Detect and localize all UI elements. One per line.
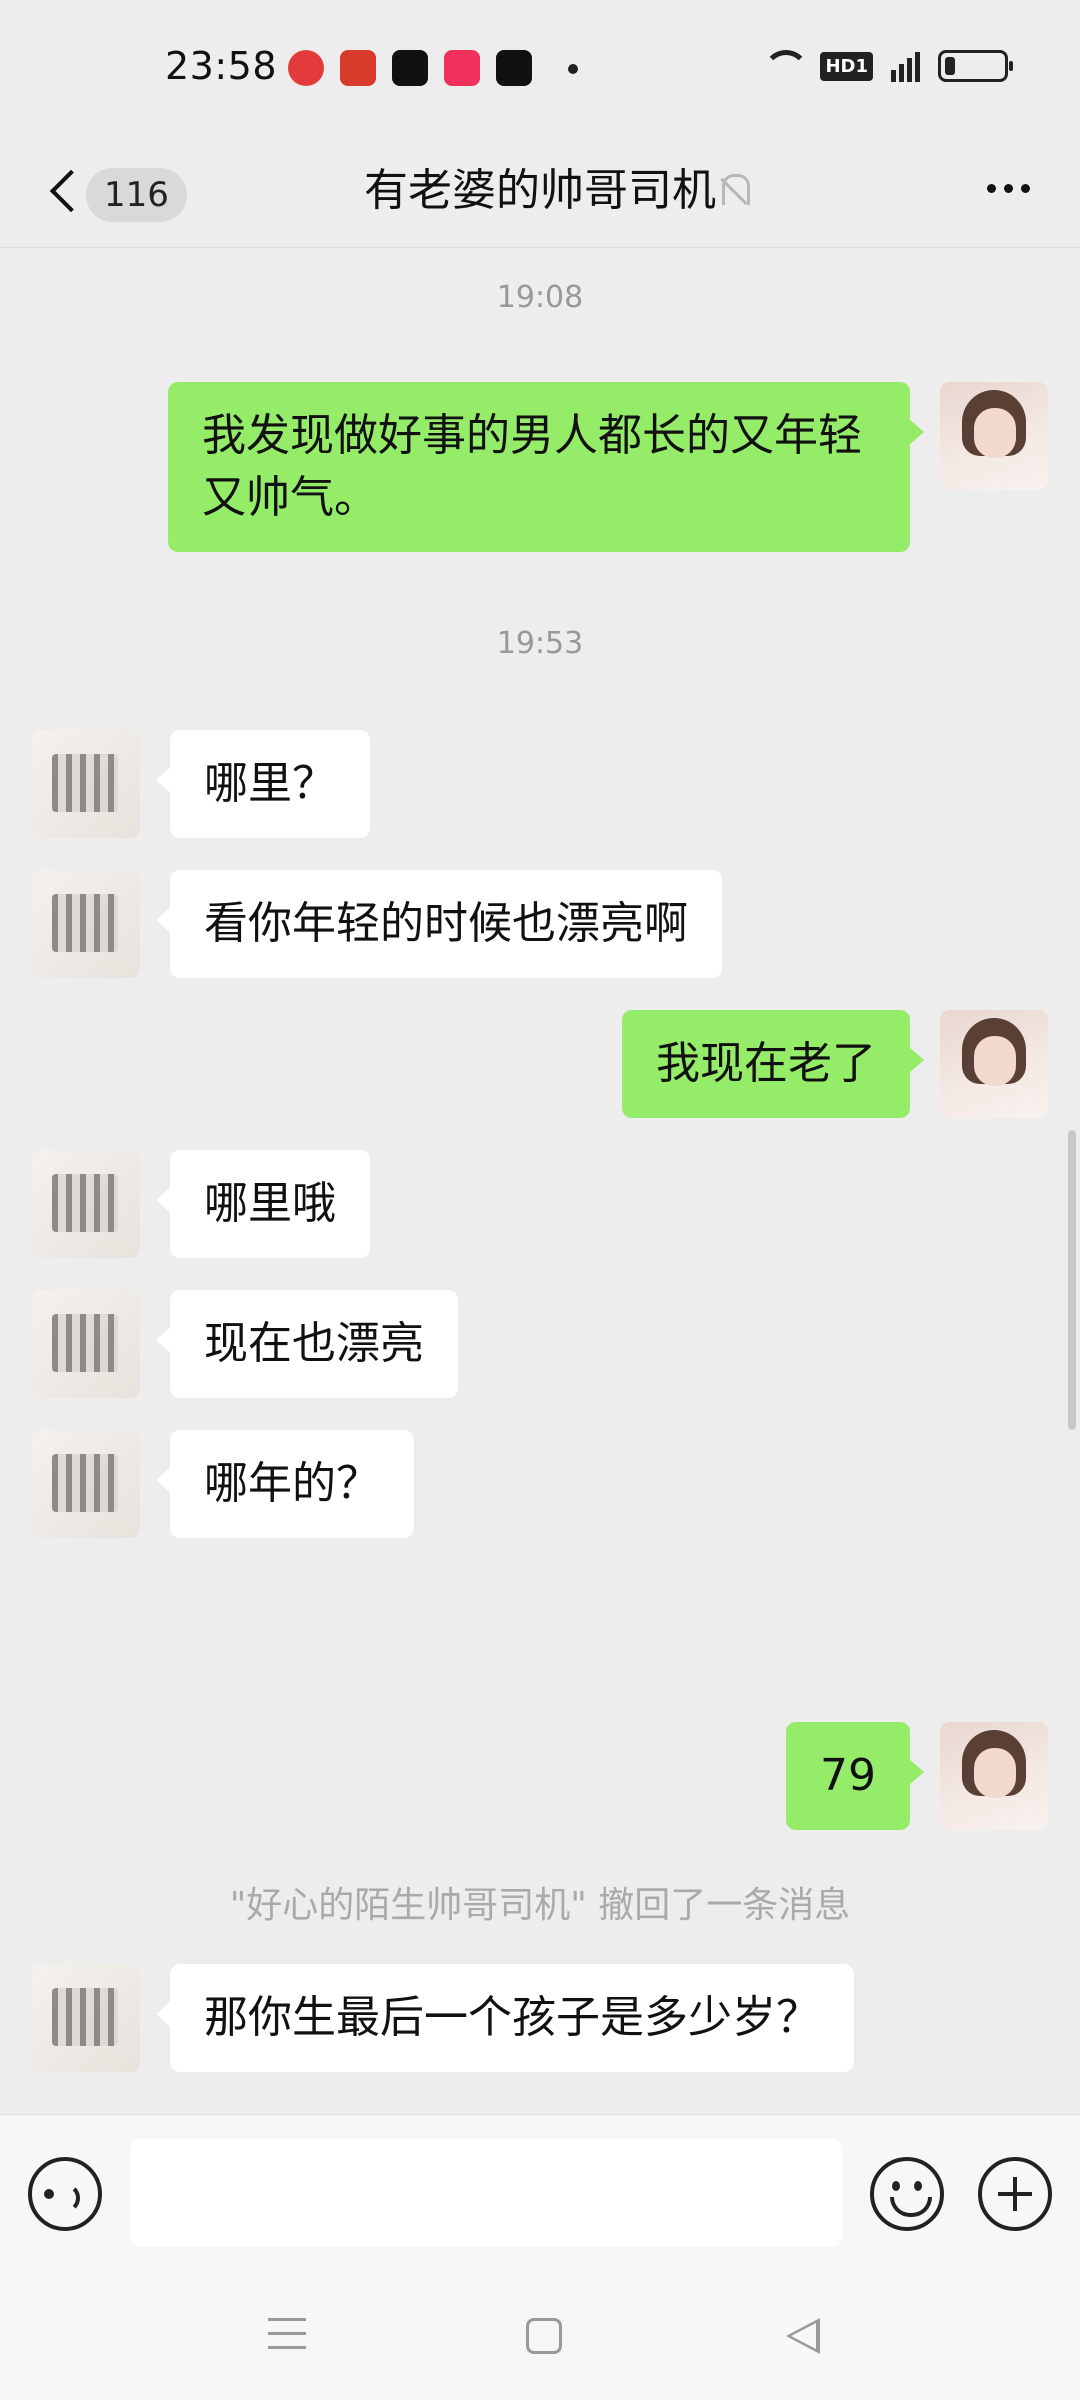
contact-avatar[interactable] bbox=[32, 1964, 140, 2072]
recall-notice: "好心的陌生帅哥司机" 撤回了一条消息 bbox=[229, 1885, 851, 1926]
hd-icon: HD1 bbox=[820, 51, 873, 81]
timestamp: 19:08 bbox=[496, 280, 584, 315]
my-avatar[interactable] bbox=[940, 382, 1048, 490]
mute-bell-icon bbox=[714, 170, 754, 216]
sent-message-bubble[interactable]: 79 bbox=[786, 1722, 924, 1830]
message-input[interactable] bbox=[130, 2139, 842, 2247]
chat-header: 116 有老婆的帅哥司机 bbox=[0, 140, 1080, 248]
wifi-icon bbox=[760, 50, 810, 82]
status-bar: 23:58 HD1 bbox=[0, 0, 1080, 140]
more-options-icon[interactable] bbox=[987, 184, 1030, 193]
sent-message-bubble[interactable]: 我现在老了 bbox=[622, 1010, 924, 1118]
emoji-icon[interactable] bbox=[870, 2157, 944, 2231]
received-message-bubble[interactable]: 哪里？ bbox=[156, 730, 370, 838]
chat-scrollbar[interactable] bbox=[1068, 1130, 1076, 1430]
kuaishou-notification-icon bbox=[444, 50, 480, 86]
status-time: 23:58 bbox=[165, 44, 278, 88]
contact-avatar[interactable] bbox=[32, 730, 140, 838]
my-avatar[interactable] bbox=[940, 1010, 1048, 1118]
chat-area[interactable]: 19:08 我发现做好事的男人都长的又年轻又帅气。 19:53 哪里？ 看你年轻… bbox=[0, 250, 1080, 2110]
sent-message-bubble[interactable]: 我发现做好事的男人都长的又年轻又帅气。 bbox=[168, 382, 924, 552]
my-avatar[interactable] bbox=[940, 1722, 1048, 1830]
battery-icon bbox=[938, 50, 1013, 82]
received-message-bubble[interactable]: 哪里哦 bbox=[156, 1150, 370, 1258]
voice-input-icon[interactable] bbox=[28, 2157, 102, 2231]
home-icon[interactable] bbox=[526, 2318, 562, 2354]
received-message-bubble[interactable]: 现在也漂亮 bbox=[156, 1290, 458, 1398]
back-triangle-icon[interactable] bbox=[786, 2318, 820, 2354]
signal-icon bbox=[891, 50, 920, 82]
system-nav-bar bbox=[0, 2274, 1080, 2400]
received-message-bubble[interactable]: 哪年的？ bbox=[156, 1430, 414, 1538]
menu-icon[interactable] bbox=[268, 2318, 306, 2352]
timestamp: 19:53 bbox=[496, 626, 584, 661]
contact-avatar[interactable] bbox=[32, 1290, 140, 1398]
douyin-lite-notification-icon bbox=[496, 50, 532, 86]
input-bar bbox=[0, 2114, 1080, 2274]
received-message-bubble[interactable]: 那你生最后一个孩子是多少岁？ bbox=[156, 1964, 854, 2072]
chat-title-wrap: 有老婆的帅哥司机 bbox=[0, 156, 1080, 226]
contact-avatar[interactable] bbox=[32, 870, 140, 978]
received-message-bubble[interactable]: 看你年轻的时候也漂亮啊 bbox=[156, 870, 722, 978]
more-notifications-dot bbox=[568, 64, 578, 74]
app-notification-icon bbox=[288, 50, 324, 86]
chat-title[interactable]: 有老婆的帅哥司机 bbox=[364, 156, 716, 226]
contact-avatar[interactable] bbox=[32, 1430, 140, 1538]
plus-icon[interactable] bbox=[978, 2157, 1052, 2231]
contact-avatar[interactable] bbox=[32, 1150, 140, 1258]
toutiao-notification-icon bbox=[340, 50, 376, 86]
system-icons: HD1 bbox=[760, 50, 1013, 82]
douyin-notification-icon bbox=[392, 50, 428, 86]
